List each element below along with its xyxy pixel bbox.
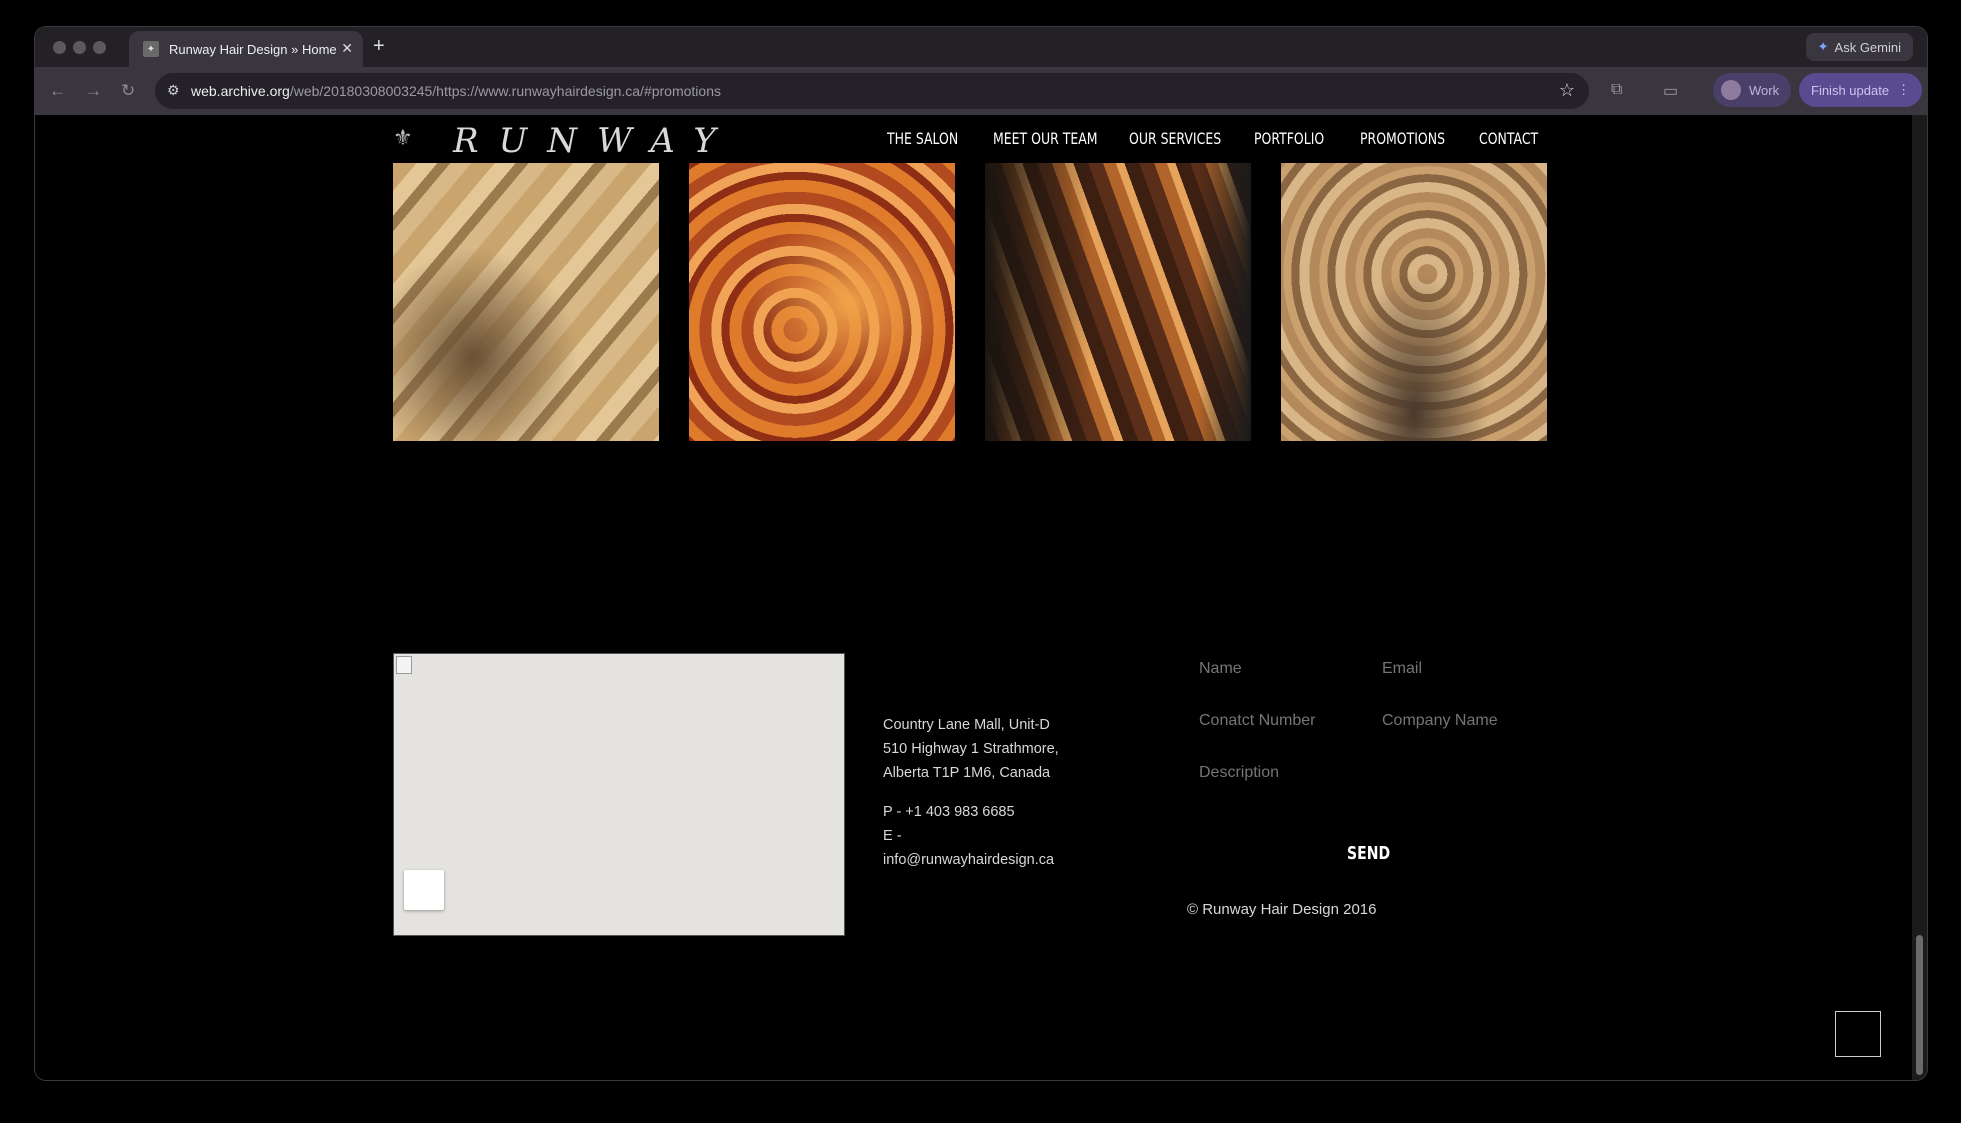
- nav-meet-our-team[interactable]: MEET OUR TEAM: [993, 129, 1098, 148]
- address-line-3: Alberta T1P 1M6, Canada: [883, 765, 1051, 781]
- browser-tab[interactable]: ✦ Runway Hair Design » Home ✕: [129, 31, 363, 67]
- back-arrow-icon[interactable]: ←: [49, 81, 66, 101]
- address-bar[interactable]: ⚙ web.archive.org/web/20180308003245/htt…: [155, 73, 1589, 109]
- url-text: web.archive.org/web/20180308003245/https…: [191, 83, 721, 99]
- logo-emblem-icon[interactable]: ⚜: [393, 125, 431, 153]
- gallery-image-blonde-waves[interactable]: [393, 163, 659, 441]
- address-line-1: Country Lane Mall, Unit-D: [883, 717, 1050, 733]
- forward-arrow-icon[interactable]: →: [85, 81, 102, 101]
- close-window-button[interactable]: [53, 41, 66, 54]
- nav-promotions[interactable]: PROMOTIONS: [1360, 129, 1445, 148]
- finish-update-label: Finish update: [1811, 82, 1890, 98]
- scrollbar-thumb[interactable]: [1916, 935, 1923, 1075]
- web-page: ⚜ RUNWAY THE SALON MEET OUR TEAM OUR SER…: [35, 115, 1912, 1080]
- gallery-image-updo[interactable]: [1281, 163, 1547, 441]
- site-favicon-icon: ✦: [143, 41, 159, 57]
- finish-update-button[interactable]: Finish update ⋮: [1799, 73, 1923, 107]
- bookmark-star-icon[interactable]: ☆: [1559, 80, 1575, 101]
- name-input[interactable]: [1199, 651, 1369, 687]
- contact-number-input[interactable]: [1199, 703, 1369, 739]
- email-label: E -: [883, 828, 902, 844]
- broken-image-icon: [396, 656, 412, 674]
- email-link[interactable]: info@runwayhairdesign.ca: [883, 852, 1054, 868]
- map-control-button[interactable]: [404, 870, 444, 910]
- phone-text: P - +1 403 983 6685: [883, 804, 1015, 820]
- profile-label: Work: [1749, 82, 1780, 98]
- nav-the-salon[interactable]: THE SALON: [887, 129, 958, 148]
- copyright-text: © Runway Hair Design 2016: [1187, 901, 1377, 918]
- ask-gemini-button[interactable]: ✦ Ask Gemini: [1805, 33, 1913, 61]
- gallery-image-copper-curls[interactable]: [689, 163, 955, 441]
- profile-button[interactable]: Work: [1713, 73, 1792, 107]
- nav-contact[interactable]: CONTACT: [1479, 129, 1538, 148]
- address-line-2: 510 Highway 1 Strathmore,: [883, 741, 1059, 757]
- gallery-image-brunette-curls[interactable]: [985, 163, 1251, 441]
- minimize-window-button[interactable]: [73, 41, 86, 54]
- location-map[interactable]: [393, 653, 845, 936]
- floating-action-button[interactable]: [1835, 1011, 1881, 1057]
- tab-bar: ✦ Runway Hair Design » Home ✕ + ✦ Ask Ge…: [35, 27, 1927, 67]
- new-tab-icon[interactable]: +: [373, 35, 385, 58]
- avatar: [1721, 80, 1741, 100]
- browser-window: ✦ Runway Hair Design » Home ✕ + ✦ Ask Ge…: [34, 26, 1928, 1081]
- page-scrollbar[interactable]: [1912, 115, 1927, 1080]
- description-input[interactable]: [1199, 755, 1539, 791]
- email-input[interactable]: [1382, 651, 1552, 687]
- nav-portfolio[interactable]: PORTFOLIO: [1254, 129, 1324, 148]
- reload-icon[interactable]: ↻: [121, 81, 135, 101]
- more-menu-icon[interactable]: ⋮: [1897, 82, 1910, 98]
- close-tab-icon[interactable]: ✕: [341, 40, 353, 57]
- extensions-icon[interactable]: ⧉: [1611, 81, 1622, 99]
- tab-title: Runway Hair Design » Home: [169, 41, 337, 57]
- site-logo[interactable]: RUNWAY: [453, 121, 736, 161]
- site-settings-icon[interactable]: ⚙: [167, 82, 180, 99]
- gemini-sparkle-icon: ✦: [1817, 39, 1829, 54]
- company-name-input[interactable]: [1382, 703, 1552, 739]
- maximize-window-button[interactable]: [93, 41, 106, 54]
- cast-icon[interactable]: ▭: [1663, 81, 1678, 101]
- nav-our-services[interactable]: OUR SERVICES: [1129, 129, 1221, 148]
- contact-address: Country Lane Mall, Unit-D 510 Highway 1 …: [883, 713, 1059, 887]
- ask-gemini-label: Ask Gemini: [1834, 39, 1901, 55]
- send-button[interactable]: SEND: [1347, 843, 1390, 864]
- browser-toolbar: ← → ↻ ⚙ web.archive.org/web/201803080032…: [35, 67, 1927, 115]
